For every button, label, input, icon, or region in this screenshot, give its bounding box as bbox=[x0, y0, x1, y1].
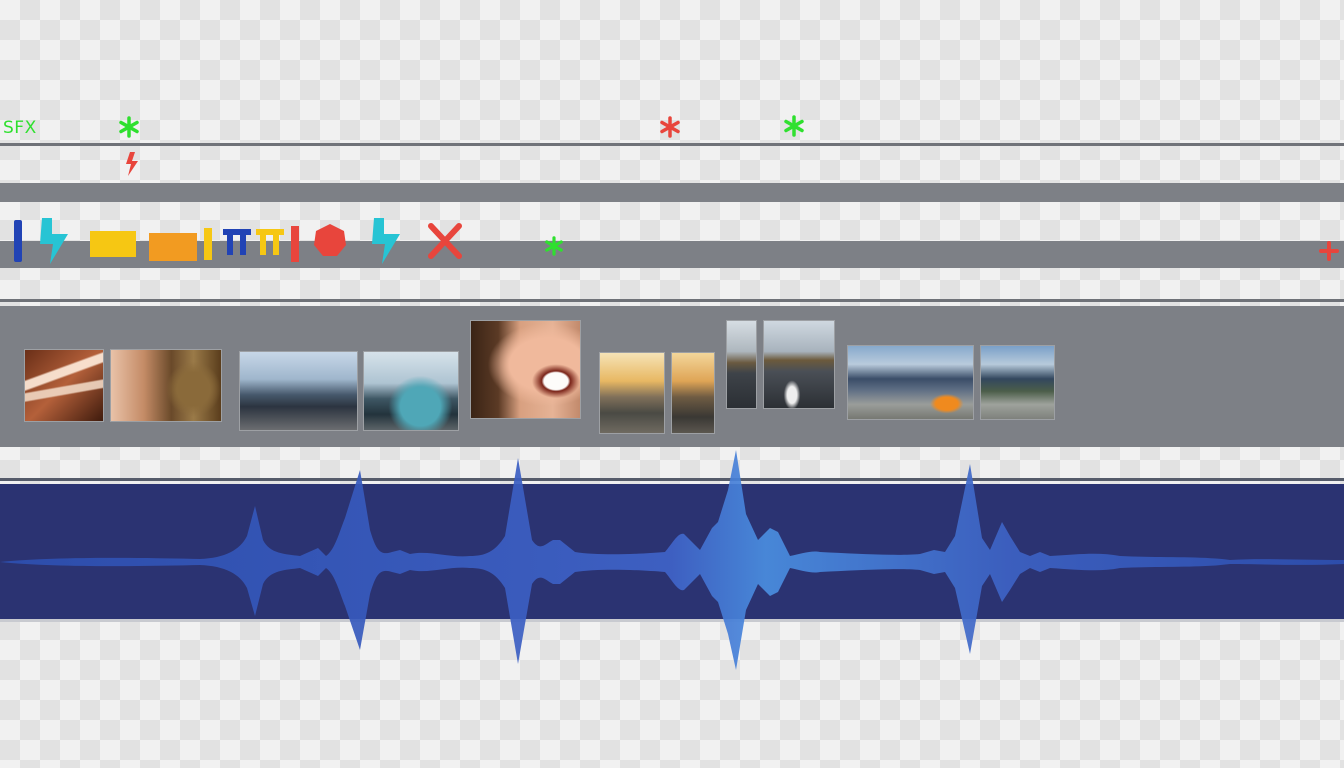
hexagon-icon[interactable] bbox=[313, 223, 347, 257]
road-clip[interactable] bbox=[672, 353, 714, 433]
rectangle-icon[interactable] bbox=[89, 230, 137, 258]
bar-icon[interactable] bbox=[203, 228, 213, 260]
x-icon[interactable] bbox=[427, 222, 463, 260]
audio-waveform[interactable] bbox=[0, 440, 1344, 680]
empty-track[interactable] bbox=[0, 183, 1344, 202]
t-glyph-icon[interactable] bbox=[222, 228, 252, 256]
hands-clip[interactable] bbox=[25, 350, 103, 421]
mountain-road-clip[interactable] bbox=[981, 346, 1054, 419]
asterisk-icon[interactable] bbox=[544, 236, 564, 256]
asterisk-icon[interactable] bbox=[659, 116, 681, 138]
blue-car-clip[interactable] bbox=[364, 352, 458, 430]
effects-track[interactable] bbox=[0, 241, 1344, 268]
sfx-track-label: SFX bbox=[3, 118, 37, 138]
asterisk-icon[interactable] bbox=[118, 116, 140, 138]
lightning-icon[interactable] bbox=[38, 216, 72, 266]
bar-icon[interactable] bbox=[13, 220, 23, 262]
racetrack-clip[interactable] bbox=[764, 321, 834, 408]
rectangle-icon[interactable] bbox=[148, 232, 198, 262]
bar-icon[interactable] bbox=[290, 226, 300, 262]
t-glyph-icon[interactable] bbox=[255, 228, 285, 256]
texture-clip[interactable] bbox=[111, 350, 221, 421]
video-track[interactable] bbox=[0, 306, 1344, 447]
track-left-clip[interactable] bbox=[727, 321, 756, 408]
asterisk-icon[interactable] bbox=[783, 115, 805, 137]
mountain-car-clip[interactable] bbox=[848, 346, 973, 419]
laughing-woman-clip[interactable] bbox=[471, 321, 580, 418]
sunset-road-clip[interactable] bbox=[600, 353, 664, 433]
lightning-icon[interactable] bbox=[370, 216, 404, 266]
speeding-car-clip[interactable] bbox=[240, 352, 357, 430]
track-divider bbox=[0, 299, 1344, 302]
plus-icon[interactable] bbox=[1318, 240, 1340, 262]
track-divider bbox=[0, 143, 1344, 146]
lightning-icon[interactable] bbox=[123, 151, 141, 177]
